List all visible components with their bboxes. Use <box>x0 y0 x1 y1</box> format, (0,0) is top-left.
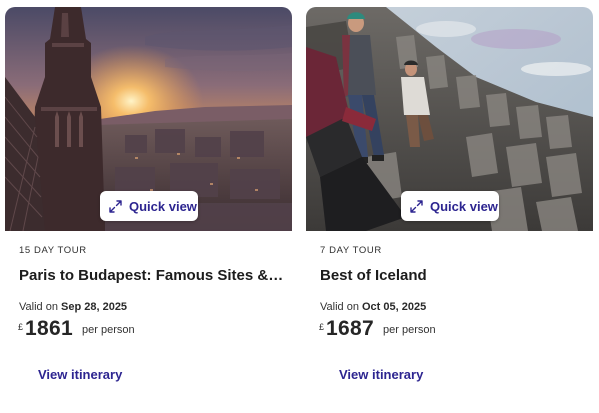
tour-card[interactable]: Quick view 15 DAY TOUR Paris to Budapest… <box>5 7 292 407</box>
tour-title[interactable]: Paris to Budapest: Famous Sites & T... <box>19 267 284 284</box>
currency-symbol: £ <box>319 322 325 332</box>
per-person-label: per person <box>383 324 436 336</box>
tour-card[interactable]: Quick view 7 DAY TOUR Best of Iceland Va… <box>306 7 593 407</box>
tour-title[interactable]: Best of Iceland <box>320 267 585 284</box>
per-person-label: per person <box>82 324 135 336</box>
valid-prefix: Valid on <box>19 301 58 313</box>
tour-image[interactable]: Quick view <box>306 7 593 231</box>
price-amount: 1687 <box>326 317 374 340</box>
expand-arrows-icon <box>410 199 423 213</box>
valid-prefix: Valid on <box>320 301 359 313</box>
quick-view-button[interactable]: Quick view <box>401 191 499 221</box>
tour-card-grid: Quick view 15 DAY TOUR Paris to Budapest… <box>0 0 599 413</box>
view-itinerary-link[interactable]: View itinerary <box>339 367 423 382</box>
validity-line: Valid on Oct 05, 2025 <box>320 301 426 313</box>
tour-duration: 15 DAY TOUR <box>19 245 87 256</box>
currency-symbol: £ <box>18 322 24 332</box>
quick-view-label: Quick view <box>129 198 197 214</box>
view-itinerary-link[interactable]: View itinerary <box>38 367 122 382</box>
validity-line: Valid on Sep 28, 2025 <box>19 301 127 313</box>
valid-date: Sep 28, 2025 <box>61 301 128 313</box>
expand-arrows-icon <box>109 199 122 213</box>
price-amount: 1861 <box>25 317 73 340</box>
valid-date: Oct 05, 2025 <box>362 301 427 313</box>
quick-view-button[interactable]: Quick view <box>100 191 198 221</box>
quick-view-label: Quick view <box>430 198 498 214</box>
tour-image[interactable]: Quick view <box>5 7 292 231</box>
tour-duration: 7 DAY TOUR <box>320 245 382 256</box>
